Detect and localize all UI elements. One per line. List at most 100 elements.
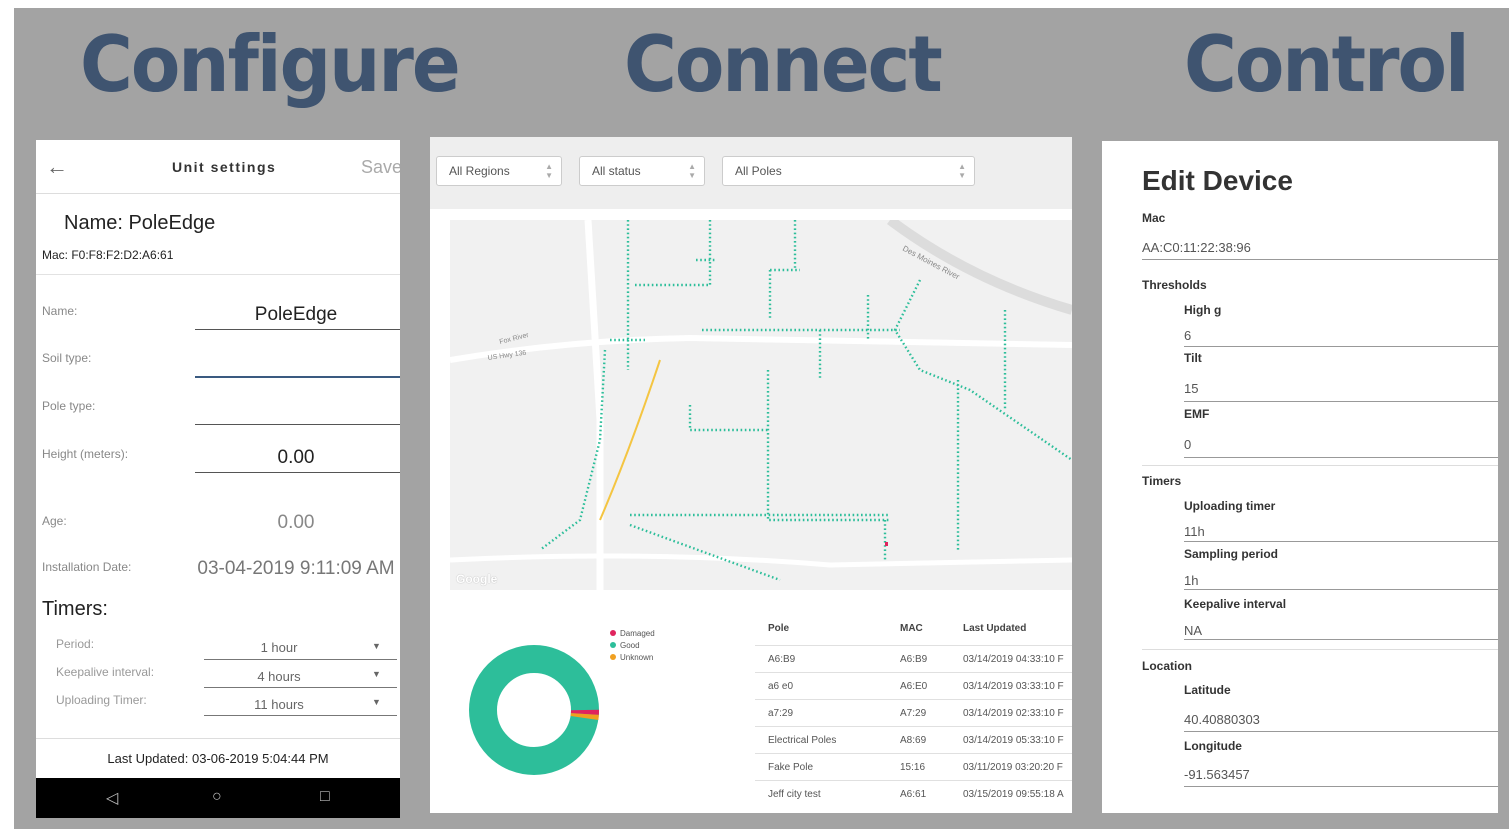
divider: [36, 274, 400, 275]
legend-label: Good: [620, 641, 640, 650]
legend-swatch: [610, 654, 616, 660]
latitude-field[interactable]: 40.40880303: [1184, 712, 1260, 727]
longitude-label: Longitude: [1184, 739, 1242, 753]
up-down-arrows-icon: ▲ ▼: [545, 162, 553, 180]
pole-map[interactable]: Des Moines River Fox River US Hwy 136 Go…: [450, 220, 1072, 590]
period-select[interactable]: 1 hour: [204, 640, 354, 655]
unit-settings-screen: ← Unit settings Save Name: PoleEdge Mac:…: [36, 140, 400, 818]
cell-pole: Jeff city test: [768, 789, 821, 800]
cell-mac: A6:B9: [900, 654, 928, 665]
status-select[interactable]: All status ▲ ▼: [579, 156, 705, 186]
column-header-pole[interactable]: Pole: [768, 623, 789, 634]
name-label: Name:: [42, 304, 78, 318]
mac-field-underline: [1142, 259, 1498, 260]
legend-swatch: [610, 642, 616, 648]
cell-last-updated: 03/14/2019 05:33:10 F: [963, 735, 1064, 746]
mac-field[interactable]: AA:C0:11:22:38:96: [1142, 240, 1251, 255]
cell-last-updated: 03/15/2019 09:55:18 A: [963, 789, 1064, 800]
tilt-label: Tilt: [1184, 351, 1202, 365]
table-divider: [755, 645, 1072, 646]
height-field[interactable]: 0.00: [196, 447, 396, 469]
period-label: Period:: [56, 637, 95, 651]
legend-swatch: [610, 630, 616, 636]
keepalive-select[interactable]: 4 hours: [204, 669, 354, 684]
cell-pole: Electrical Poles: [768, 735, 837, 746]
keepalive-underline: [204, 687, 397, 688]
emf-field[interactable]: 0: [1184, 437, 1191, 452]
cell-mac: A7:29: [900, 708, 927, 719]
pole-type-label: Pole type:: [42, 399, 96, 413]
uploading-timer-select[interactable]: 11 hours: [204, 697, 354, 712]
table-divider: [755, 699, 1072, 700]
up-down-arrows-icon: ▲ ▼: [958, 162, 966, 180]
cell-last-updated: 03/14/2019 03:33:10 F: [963, 681, 1064, 692]
uploading-timer-label: Uploading timer: [1184, 499, 1276, 513]
home-circle-icon[interactable]: ○: [212, 788, 222, 806]
divider: [1142, 649, 1498, 650]
uploading-timer-underline: [1184, 541, 1498, 542]
longitude-field[interactable]: -91.563457: [1184, 767, 1250, 782]
emf-underline: [1184, 457, 1498, 458]
device-mac-display: Mac: F0:F8:F2:D2:A6:61: [42, 248, 174, 262]
installation-date-value: 03-04-2019 9:11:09 AM: [197, 558, 395, 579]
latitude-underline: [1184, 731, 1498, 732]
up-down-arrows-icon: ▲ ▼: [688, 162, 696, 180]
legend-label: Damaged: [620, 629, 655, 638]
cell-mac: A8:69: [900, 735, 927, 746]
keepalive-interval-underline: [1184, 639, 1498, 640]
column-header-last-updated[interactable]: Last Updated: [963, 623, 1026, 634]
poles-select[interactable]: All Poles ▲ ▼: [722, 156, 975, 186]
keepalive-interval-label: Keepalive interval: [1184, 597, 1287, 611]
legend-item-good[interactable]: Good: [610, 641, 655, 653]
river: [887, 220, 1072, 315]
high-g-field[interactable]: 6: [1184, 328, 1191, 343]
latitude-label: Latitude: [1184, 683, 1231, 697]
keepalive-interval-field[interactable]: NA: [1184, 623, 1202, 638]
tilt-field[interactable]: 15: [1184, 381, 1198, 396]
uploading-timer-field[interactable]: 11h: [1184, 524, 1205, 539]
sampling-period-field[interactable]: 1h: [1184, 573, 1198, 588]
chevron-down-icon[interactable]: ▼: [372, 641, 381, 651]
cell-mac: A6:E0: [900, 681, 928, 692]
save-button[interactable]: Save: [361, 157, 400, 178]
period-underline: [204, 659, 397, 660]
table-divider: [755, 780, 1072, 781]
sampling-period-underline: [1184, 589, 1498, 590]
longitude-underline: [1184, 786, 1498, 787]
uploading-timer-underline: [204, 715, 397, 716]
legend-item-unknown[interactable]: Unknown: [610, 653, 655, 665]
high-g-underline: [1184, 346, 1498, 347]
map-canvas: Des Moines River Fox River US Hwy 136: [450, 220, 1072, 590]
soil-type-underline: [195, 376, 400, 378]
back-arrow-icon[interactable]: ←: [46, 154, 68, 180]
chevron-down-icon[interactable]: ▼: [372, 669, 381, 679]
pole-type-underline: [195, 424, 400, 425]
region-select[interactable]: All Regions ▲ ▼: [436, 156, 562, 186]
table-divider: [755, 753, 1072, 754]
donut-good-segment: [469, 645, 599, 775]
cell-mac: A6:61: [900, 789, 927, 800]
keepalive-label: Keepalive interval:: [56, 665, 155, 679]
cell-pole: a7:29: [768, 708, 794, 719]
filter-bar: All Regions ▲ ▼ All status ▲ ▼ All Poles ▲…: [430, 137, 1072, 209]
height-label: Height (meters):: [42, 447, 129, 461]
road: [584, 220, 604, 590]
timers-label: Timers: [1142, 474, 1182, 488]
status-legend: Damaged Good Unknown: [610, 629, 655, 665]
chevron-down-icon[interactable]: ▼: [372, 697, 381, 707]
sampling-period-label: Sampling period: [1184, 547, 1279, 561]
installation-date-label: Installation Date:: [42, 560, 132, 574]
name-field[interactable]: PoleEdge: [196, 304, 396, 326]
column-header-mac[interactable]: MAC: [900, 623, 923, 634]
region-select-value: All Regions: [449, 164, 510, 178]
recents-square-icon[interactable]: □: [320, 788, 330, 806]
cell-mac: 15:16: [900, 762, 926, 773]
back-triangle-icon[interactable]: ◁: [106, 788, 118, 808]
legend-label: Unknown: [620, 653, 654, 662]
page-title: Edit Device: [1142, 165, 1293, 196]
heading-configure: Configure: [80, 18, 461, 110]
cell-pole: A6:B9: [768, 654, 796, 665]
legend-item-damaged[interactable]: Damaged: [610, 629, 655, 641]
google-logo: Google: [456, 572, 498, 586]
pole-markers: [539, 220, 1072, 582]
